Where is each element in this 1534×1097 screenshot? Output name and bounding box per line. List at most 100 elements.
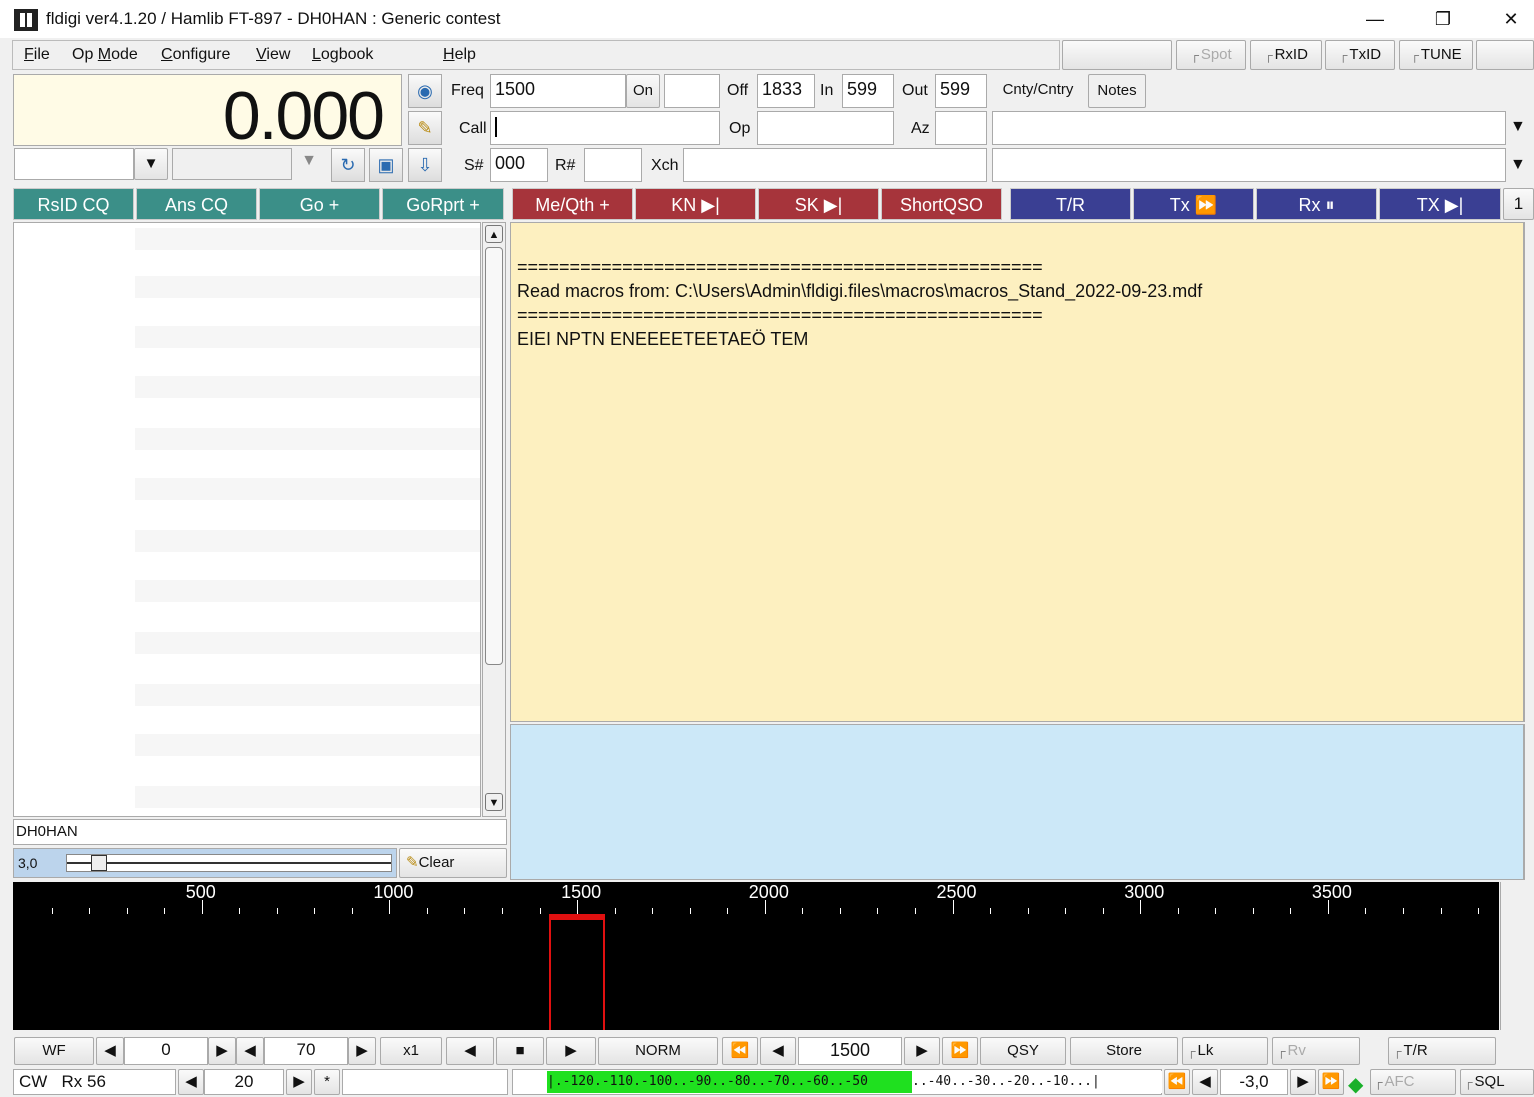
sq-fast-increase-icon[interactable]: ⏩ <box>1318 1069 1344 1095</box>
extra-button[interactable] <box>1476 40 1534 70</box>
serial-sent-field[interactable]: 000 <box>490 148 548 182</box>
menu-help[interactable]: Help <box>443 46 476 64</box>
globe-icon[interactable]: ◉ <box>408 74 442 108</box>
sq-increase-icon[interactable]: ▶ <box>1290 1069 1316 1095</box>
az-field[interactable] <box>935 111 987 145</box>
reverse-toggle[interactable]: Rv <box>1272 1037 1360 1065</box>
rst-out-field[interactable]: 599 <box>935 74 987 108</box>
signal-browser[interactable] <box>13 222 481 817</box>
afc-toggle[interactable]: AFC <box>1370 1069 1456 1095</box>
op-field[interactable] <box>757 111 894 145</box>
browser-search-field[interactable]: DH0HAN <box>13 819 507 845</box>
zoom-button[interactable]: x1 <box>380 1037 442 1065</box>
freq-field[interactable]: 1500 <box>490 74 626 108</box>
macro-rx[interactable]: Rx ⏸ <box>1256 188 1377 220</box>
scroll-down-icon[interactable]: ▼ <box>485 793 503 811</box>
sql-toggle[interactable]: SQL <box>1460 1069 1534 1095</box>
menu-logbook[interactable]: Logbook <box>312 46 373 64</box>
on-button[interactable]: On <box>626 74 660 108</box>
menu-view[interactable]: View <box>256 46 290 64</box>
tr-toggle[interactable]: T/R <box>1388 1037 1496 1065</box>
call-field[interactable] <box>490 111 720 145</box>
menu-configure[interactable]: Configure <box>161 46 230 64</box>
macro-shortqso[interactable]: ShortQSO <box>881 188 1002 220</box>
mode-status[interactable]: CW Rx 56 <box>13 1069 176 1095</box>
waterfall[interactable]: 500 1000 1500 2000 2500 3000 3500 <box>13 882 1499 1030</box>
clear-button[interactable]: ✎Clear <box>399 848 507 878</box>
mode-select[interactable] <box>14 148 134 180</box>
wf-mode-button[interactable]: WF <box>14 1037 94 1065</box>
forward-icon[interactable]: ▶ <box>904 1037 940 1065</box>
offset-decrease-icon[interactable]: ◀ <box>96 1037 124 1065</box>
rst-in-field[interactable]: 599 <box>842 74 894 108</box>
transmit-text-pane[interactable] <box>510 724 1524 880</box>
slider-thumb[interactable] <box>91 855 107 871</box>
macro-tr[interactable]: T/R <box>1010 188 1131 220</box>
macro-gorprt[interactable]: GoRprt + <box>382 188 504 220</box>
macro-ans-cq[interactable]: Ans CQ <box>136 188 257 220</box>
restore-icon[interactable]: ❐ <box>1420 4 1466 34</box>
receive-text-pane[interactable]: ========================================… <box>510 222 1524 722</box>
notes-field[interactable] <box>992 148 1506 182</box>
off-field[interactable]: 1833 <box>757 74 815 108</box>
bandwidth-select[interactable] <box>172 148 292 180</box>
rxid-toggle[interactable]: RxID <box>1250 40 1322 70</box>
squelch-level-field[interactable]: -3,0 <box>1220 1069 1288 1095</box>
tune-toggle[interactable]: TUNE <box>1399 40 1473 70</box>
lock-toggle[interactable]: Lk <box>1182 1037 1268 1065</box>
rx-scrollbar[interactable] <box>1524 222 1534 722</box>
rewind-icon[interactable]: ◀ <box>760 1037 796 1065</box>
country-button[interactable]: Cnty/Cntry <box>990 74 1086 108</box>
country-field[interactable] <box>992 111 1506 145</box>
squelch-slider[interactable]: 3,0 <box>13 848 397 878</box>
macro-tx-end[interactable]: TX ▶| <box>1379 188 1501 220</box>
macro-tx[interactable]: Tx ⏩ <box>1133 188 1254 220</box>
carrier-freq-field[interactable]: 1500 <box>798 1037 902 1065</box>
txid-toggle[interactable]: TxID <box>1325 40 1395 70</box>
notes-button[interactable]: Notes <box>1088 74 1146 108</box>
stop-icon[interactable]: ■ <box>496 1037 544 1065</box>
scroll-left-icon[interactable]: ◀ <box>446 1037 494 1065</box>
macro-me-qth[interactable]: Me/Qth + <box>512 188 633 220</box>
scroll-up-icon[interactable]: ▲ <box>485 225 503 243</box>
serial-received-field[interactable] <box>584 148 642 182</box>
broom-icon[interactable]: ✎ <box>408 111 442 145</box>
wpm-field[interactable]: 20 <box>204 1069 284 1095</box>
spot-toggle[interactable]: Spot <box>1176 40 1246 70</box>
fast-rewind-icon[interactable]: ⏪ <box>722 1037 758 1065</box>
chevron-down-icon[interactable]: ▼ <box>134 148 168 180</box>
macro-sk[interactable]: SK ▶| <box>758 188 879 220</box>
chevron-down-icon-2[interactable]: ▼ <box>296 152 322 176</box>
sq-decrease-icon[interactable]: ◀ <box>1192 1069 1218 1095</box>
macro-rsid-cq[interactable]: RsID CQ <box>13 188 134 220</box>
log-save-icon[interactable]: ⇩ <box>408 148 442 182</box>
scroll-thumb[interactable] <box>485 247 503 665</box>
close-icon[interactable]: ✕ <box>1488 4 1534 34</box>
sq-fast-decrease-icon[interactable]: ⏪ <box>1164 1069 1190 1095</box>
store-button[interactable]: Store <box>1070 1037 1178 1065</box>
range-field[interactable]: 70 <box>264 1037 348 1065</box>
wpm-decrease-icon[interactable]: ◀ <box>178 1069 204 1095</box>
offset-increase-icon[interactable]: ▶ <box>208 1037 236 1065</box>
scroll-right-icon[interactable]: ▶ <box>546 1037 596 1065</box>
macro-go[interactable]: Go + <box>259 188 380 220</box>
browser-scrollbar[interactable]: ▲ ▼ <box>482 222 506 817</box>
slider-track[interactable] <box>66 854 392 872</box>
refresh-icon[interactable]: ↻ <box>331 148 365 182</box>
speed-button[interactable]: NORM <box>598 1037 718 1065</box>
chevron-down-icon-3[interactable]: ▼ <box>1510 118 1526 136</box>
chevron-down-icon-4[interactable]: ▼ <box>1510 156 1526 174</box>
menu-file[interactable]: File <box>24 46 50 64</box>
frequency-display[interactable]: 0.000 <box>13 74 402 154</box>
offset-field[interactable]: 0 <box>124 1037 208 1065</box>
minimize-icon[interactable]: — <box>1352 4 1398 34</box>
on-field[interactable] <box>664 74 720 108</box>
qsy-button[interactable]: QSY <box>980 1037 1066 1065</box>
wpm-increase-icon[interactable]: ▶ <box>286 1069 312 1095</box>
wpm-default-button[interactable]: * <box>314 1069 340 1095</box>
tx-scrollbar[interactable] <box>1524 724 1534 880</box>
range-increase-icon[interactable]: ▶ <box>348 1037 376 1065</box>
macro-page-button[interactable]: 1 <box>1503 188 1534 220</box>
exchange-field[interactable] <box>683 148 987 182</box>
range-decrease-icon[interactable]: ◀ <box>236 1037 264 1065</box>
